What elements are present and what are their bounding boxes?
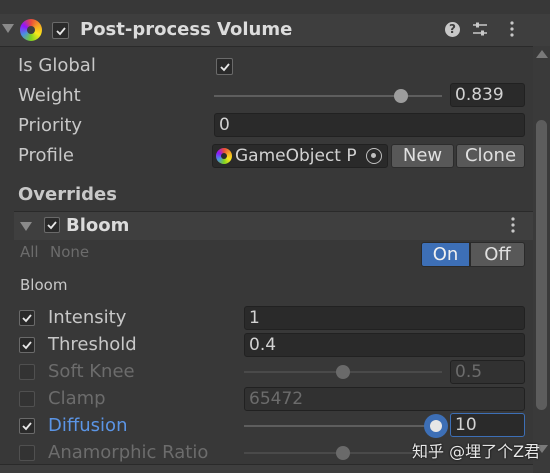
new-profile-button[interactable]: New bbox=[391, 144, 454, 168]
bloom-collapse-arrow-icon[interactable] bbox=[20, 222, 32, 231]
clamp-label: Clamp bbox=[48, 388, 106, 409]
profile-asset-icon bbox=[216, 148, 232, 164]
weight-label: Weight bbox=[18, 85, 81, 106]
bloom-menu-icon[interactable] bbox=[511, 216, 515, 234]
profile-label: Profile bbox=[18, 145, 74, 166]
diffusion-label: Diffusion bbox=[48, 415, 128, 436]
soft-knee-field: 0.5 bbox=[450, 360, 525, 384]
priority-field[interactable]: 0 bbox=[214, 113, 525, 137]
profile-field[interactable]: GameObject P bbox=[212, 144, 388, 168]
intensity-label: Intensity bbox=[48, 307, 127, 328]
watermark: 知乎 @埋了个Z君 bbox=[412, 442, 541, 461]
weight-slider-knob[interactable] bbox=[394, 89, 408, 103]
preset-icon[interactable] bbox=[472, 21, 488, 37]
all-link[interactable]: All bbox=[20, 243, 39, 261]
soft-knee-override-checkbox[interactable] bbox=[19, 364, 35, 380]
overrides-heading: Overrides bbox=[18, 184, 117, 205]
threshold-field[interactable]: 0.4 bbox=[244, 333, 525, 357]
bloom-section-label: Bloom bbox=[20, 276, 68, 294]
anamorphic-ratio-label: Anamorphic Ratio bbox=[48, 442, 209, 463]
component-enabled-checkbox[interactable] bbox=[52, 22, 69, 39]
collapse-arrow-icon[interactable] bbox=[2, 24, 14, 33]
diffusion-override-checkbox[interactable] bbox=[19, 418, 35, 434]
component-title: Post-process Volume bbox=[80, 19, 293, 40]
intensity-field[interactable]: 1 bbox=[244, 306, 525, 330]
object-picker-icon[interactable] bbox=[366, 148, 382, 164]
diffusion-slider-track[interactable] bbox=[244, 425, 442, 427]
scroll-up-arrow-icon[interactable] bbox=[536, 50, 548, 58]
intensity-override-checkbox[interactable] bbox=[19, 310, 35, 326]
is-global-checkbox[interactable] bbox=[216, 58, 233, 75]
anamorphic-ratio-override-checkbox[interactable] bbox=[19, 445, 35, 461]
is-global-label: Is Global bbox=[18, 55, 96, 76]
scrollbar-thumb[interactable] bbox=[536, 120, 547, 410]
weight-field[interactable]: 0.839 bbox=[450, 83, 525, 107]
post-process-icon bbox=[20, 19, 42, 41]
bloom-enabled-checkbox[interactable] bbox=[44, 217, 60, 233]
soft-knee-slider-knob bbox=[336, 365, 350, 379]
diffusion-field[interactable]: 10 bbox=[450, 413, 525, 437]
on-toggle[interactable]: On bbox=[421, 242, 470, 267]
threshold-override-checkbox[interactable] bbox=[19, 337, 35, 353]
clamp-override-checkbox[interactable] bbox=[19, 391, 35, 407]
off-toggle[interactable]: Off bbox=[470, 242, 525, 267]
component-menu-icon[interactable] bbox=[510, 20, 514, 38]
threshold-label: Threshold bbox=[48, 334, 137, 355]
help-icon[interactable]: ? bbox=[445, 22, 460, 37]
clamp-field: 65472 bbox=[244, 387, 525, 411]
none-link[interactable]: None bbox=[50, 243, 89, 261]
bloom-title: Bloom bbox=[66, 215, 130, 236]
diffusion-slider-knob[interactable] bbox=[424, 414, 448, 438]
priority-label: Priority bbox=[18, 115, 83, 136]
clone-profile-button[interactable]: Clone bbox=[456, 144, 525, 168]
anamorphic-ratio-slider-knob bbox=[336, 446, 350, 460]
profile-value: GameObject P bbox=[235, 146, 357, 166]
soft-knee-label: Soft Knee bbox=[48, 361, 135, 382]
